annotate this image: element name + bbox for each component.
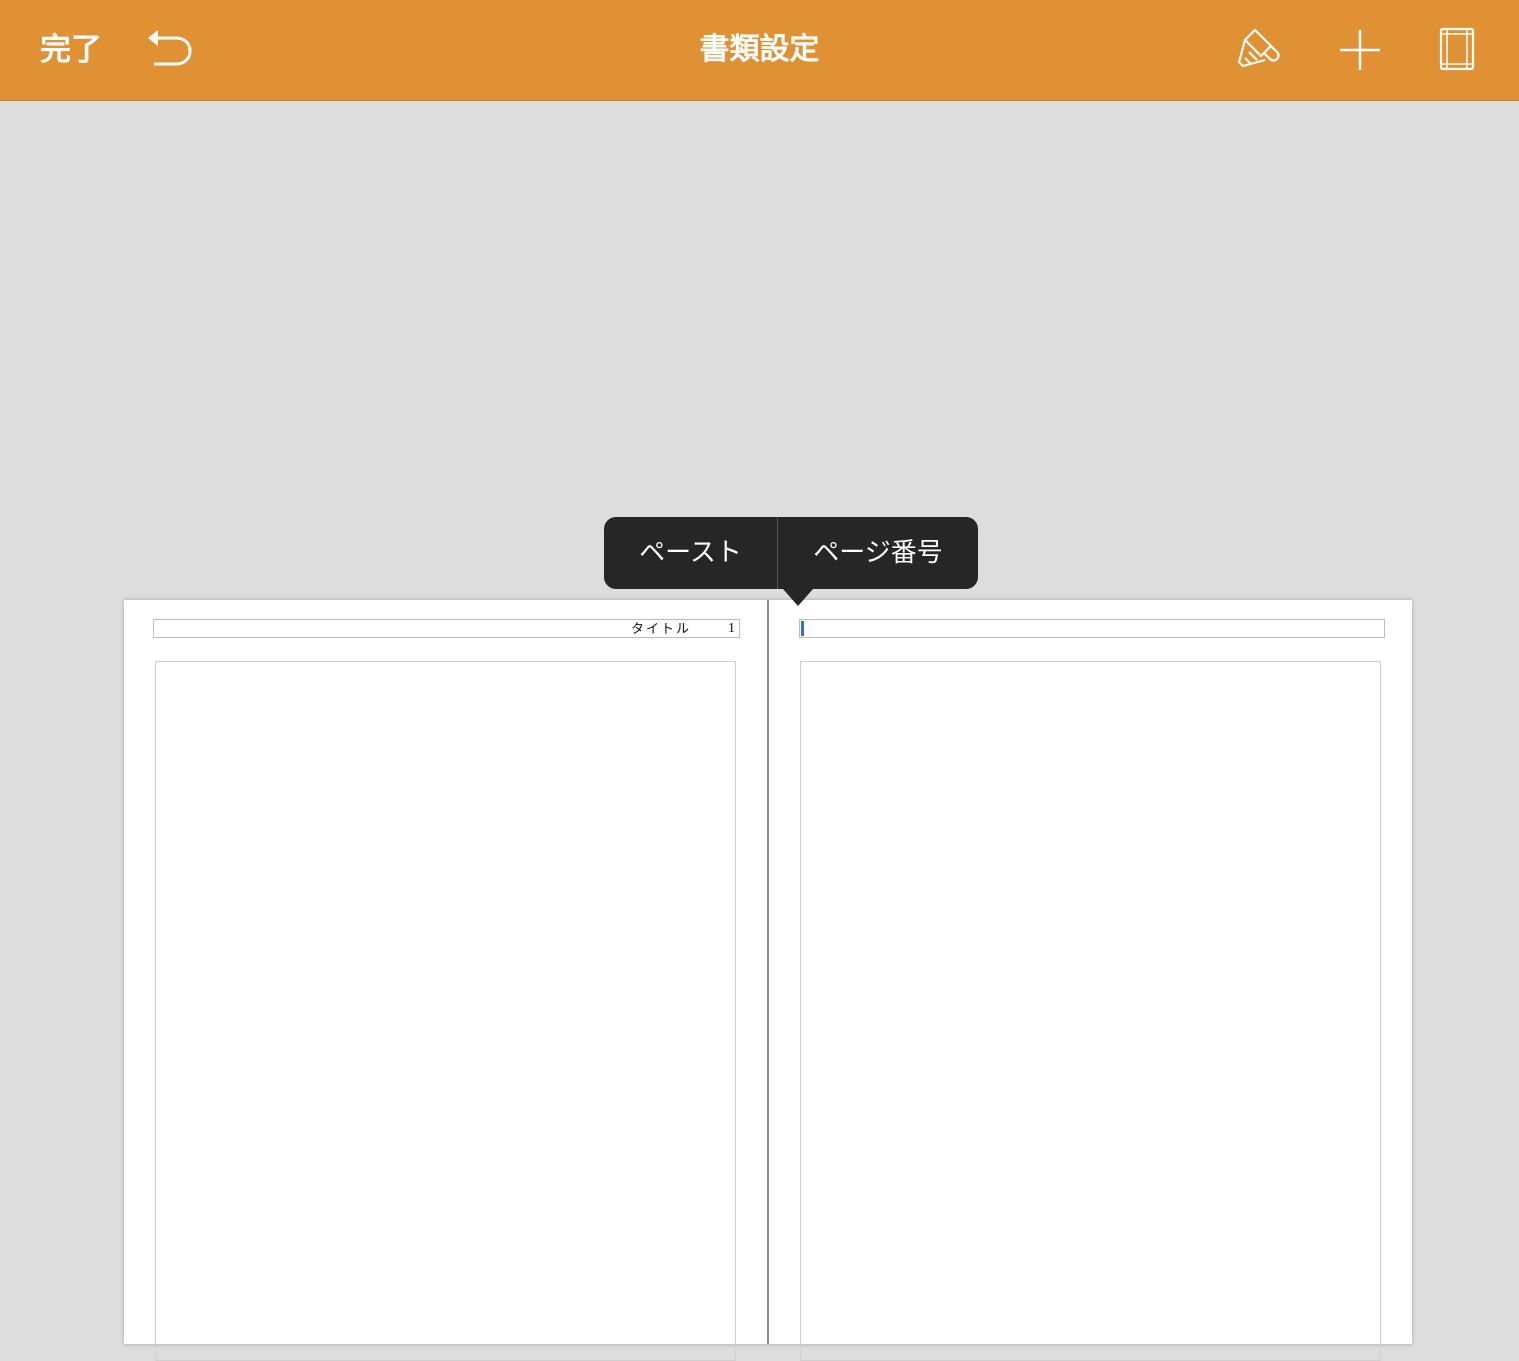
right-page-body[interactable] xyxy=(800,661,1381,1361)
paste-menu-item[interactable]: ペースト xyxy=(604,517,777,589)
page-spread: タイトル 1 xyxy=(124,600,1412,1361)
paintbrush-icon xyxy=(1237,28,1280,68)
document-page-icon xyxy=(1439,27,1475,71)
top-toolbar: 完了 書類設定 xyxy=(0,0,1519,101)
header-title: タイトル xyxy=(630,621,691,636)
plus-icon xyxy=(1340,30,1380,70)
format-button[interactable] xyxy=(1233,24,1285,76)
header-page-number: 1 xyxy=(728,621,735,636)
undo-button[interactable] xyxy=(144,26,196,72)
menu-pointer-arrow xyxy=(783,589,813,606)
edit-context-menu: ペースト ページ番号 xyxy=(604,517,978,589)
right-page-header[interactable] xyxy=(799,619,1385,638)
document-title: 書類設定 xyxy=(699,32,820,67)
text-cursor xyxy=(801,621,804,636)
page-number-menu-item[interactable]: ページ番号 xyxy=(778,517,978,589)
done-button[interactable]: 完了 xyxy=(40,28,102,72)
document-setup-button[interactable] xyxy=(1431,24,1483,76)
left-page-header[interactable]: タイトル 1 xyxy=(153,619,740,638)
page-spine xyxy=(767,600,769,1344)
undo-arrow-icon xyxy=(148,30,192,66)
left-page-body[interactable] xyxy=(155,661,736,1361)
insert-button[interactable] xyxy=(1334,24,1386,76)
